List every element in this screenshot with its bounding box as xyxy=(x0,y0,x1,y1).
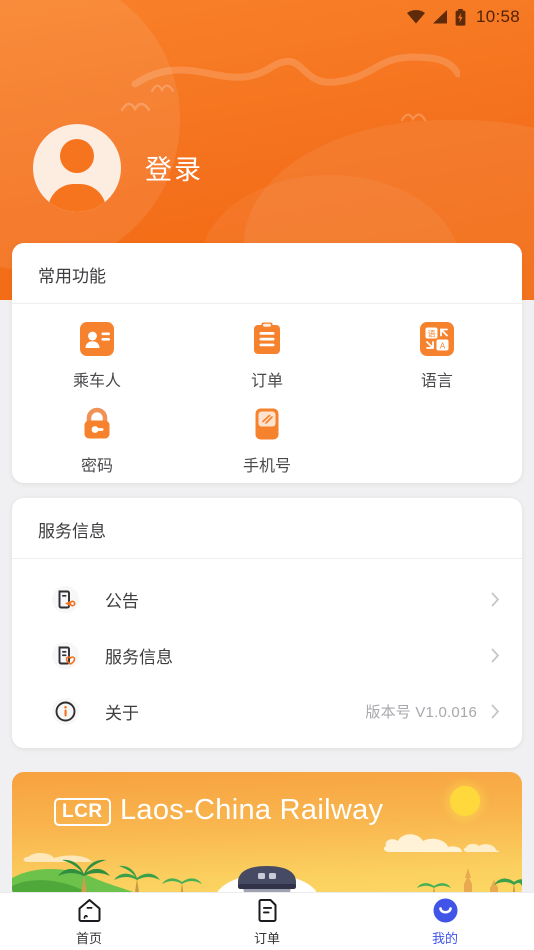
function-label: 订单 xyxy=(250,373,283,390)
cellular-signal-icon xyxy=(432,10,447,24)
header-river-squiggle-icon xyxy=(131,53,460,88)
bottom-tab-bar: 首页 订单 我的 xyxy=(0,892,534,950)
bird-icon xyxy=(120,102,151,112)
service-row-value: 版本号 V1.0.016 xyxy=(365,703,477,721)
sun-icon xyxy=(450,786,480,816)
function-item-empty xyxy=(352,407,522,476)
tab-home[interactable]: 首页 xyxy=(0,893,178,950)
service-info-icon xyxy=(52,641,79,669)
common-functions-card: 常用功能 乘车人 订单 语 A 语言 密码 手机号 xyxy=(12,243,522,483)
function-label: 手机号 xyxy=(242,458,291,475)
function-item-phone[interactable]: 手机号 xyxy=(182,407,352,476)
function-item-language[interactable]: 语 A 语言 xyxy=(352,322,522,391)
status-bar-time: 10:58 xyxy=(475,7,520,26)
function-label: 语言 xyxy=(420,373,453,390)
language-translate-icon: 语 A xyxy=(419,322,454,356)
avatar[interactable] xyxy=(33,124,121,212)
app-screen: 10:58 登录 常用功能 乘车人 订单 语 A 语言 密码 手机号 服务信息 … xyxy=(0,0,534,950)
function-label: 乘车人 xyxy=(72,373,121,390)
bird-icon xyxy=(151,84,174,93)
avatar-head-shape xyxy=(60,139,94,173)
bird-icon xyxy=(400,113,427,122)
promo-banner[interactable]: LCR Laos-China Railway xyxy=(12,772,522,900)
chevron-right-icon xyxy=(491,648,500,662)
service-info-title: 服务信息 xyxy=(12,498,522,559)
function-label: 密码 xyxy=(80,458,113,475)
profile-icon xyxy=(433,898,457,922)
function-item-password[interactable]: 密码 xyxy=(12,407,182,476)
svg-text:语: 语 xyxy=(427,329,435,339)
wifi-icon xyxy=(406,10,425,24)
service-row-label: 关于 xyxy=(105,703,139,723)
lcr-logo: LCR xyxy=(54,798,111,826)
service-row-announcement[interactable]: 公告 xyxy=(12,571,522,627)
tab-label: 订单 xyxy=(253,930,280,946)
tab-label: 首页 xyxy=(75,930,102,946)
status-bar: 10:58 xyxy=(0,0,534,34)
avatar-body-shape xyxy=(48,184,106,212)
order-icon xyxy=(258,898,276,922)
tab-label: 我的 xyxy=(431,930,458,946)
phone-number-icon xyxy=(255,408,279,440)
function-item-order[interactable]: 订单 xyxy=(182,322,352,391)
announcement-icon xyxy=(52,585,79,613)
default-user-avatar-icon xyxy=(33,124,121,212)
service-row-label: 服务信息 xyxy=(105,647,173,667)
service-info-card: 服务信息 公告 服务信息 关于 版本号 V1.0.016 xyxy=(12,498,522,748)
password-lock-icon xyxy=(84,407,110,439)
chevron-right-icon xyxy=(491,704,500,718)
function-item-passenger[interactable]: 乘车人 xyxy=(12,322,182,391)
login-button[interactable]: 登录 xyxy=(145,148,203,187)
common-functions-grid: 乘车人 订单 语 A 语言 密码 手机号 xyxy=(12,304,522,492)
common-functions-title: 常用功能 xyxy=(12,243,522,304)
tab-profile[interactable]: 我的 xyxy=(356,893,534,950)
about-info-icon xyxy=(52,697,79,725)
service-row-about[interactable]: 关于 版本号 V1.0.016 xyxy=(12,683,522,739)
chevron-right-icon xyxy=(491,592,500,606)
order-clipboard-icon xyxy=(253,322,280,354)
service-row-label: 公告 xyxy=(105,591,139,611)
tab-orders[interactable]: 订单 xyxy=(178,893,356,950)
banner-title: Laos-China Railway xyxy=(120,794,384,826)
battery-charging-icon xyxy=(455,8,466,26)
home-icon xyxy=(78,898,100,922)
service-row-service-info[interactable]: 服务信息 xyxy=(12,627,522,683)
lcr-logo-text: LCR xyxy=(62,801,103,822)
passenger-icon xyxy=(79,322,114,356)
banner-scenery xyxy=(12,859,522,900)
svg-text:A: A xyxy=(440,341,446,350)
